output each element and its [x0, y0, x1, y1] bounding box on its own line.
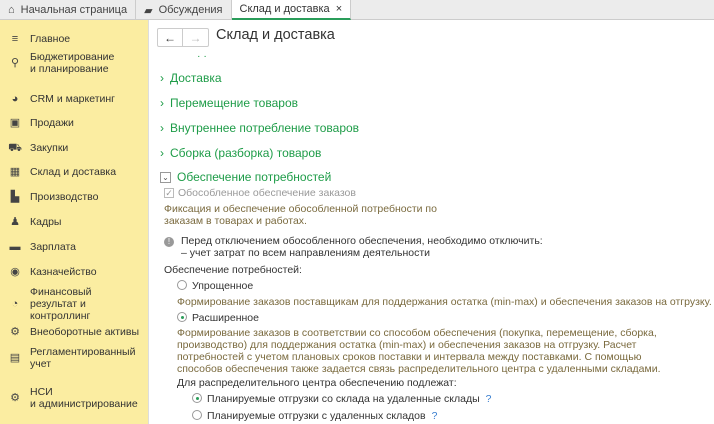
section-assembly[interactable]: › Сборка (разборка) товаров — [160, 146, 321, 160]
sidebar-item[interactable]: ▣ Продажи — [0, 117, 149, 129]
sidebar-item[interactable]: ▦ Склад и доставка — [0, 166, 149, 178]
scroll-dots: · · — [197, 50, 207, 62]
info-line-1: Перед отключением обособленного обеспече… — [181, 235, 543, 247]
section-icon: ▦ — [9, 166, 21, 178]
section-icon: ♟ — [10, 216, 20, 228]
close-icon[interactable]: × — [336, 3, 342, 15]
radio-dc-from-remote[interactable]: Планируемые отгрузки с удаленных складов… — [192, 410, 437, 422]
section-icon: ◔ — [11, 298, 19, 310]
chevron-down-icon: ⌄ — [160, 171, 171, 183]
section-internal[interactable]: › Внутреннее потребление товаров — [160, 121, 359, 135]
radio-selected-icon — [192, 393, 202, 403]
help-icon[interactable]: ? — [432, 410, 438, 422]
sidebar-item-label: CRM и маркетинг — [30, 93, 116, 105]
radio-extended[interactable]: Расширенное — [177, 312, 259, 324]
sidebar-item-label: Казначейство — [30, 266, 97, 278]
nav-buttons: ← → — [157, 28, 209, 47]
radio-dc-to-remote[interactable]: Планируемые отгрузки со склада на удален… — [192, 393, 491, 405]
radio-icon — [192, 410, 202, 420]
tab-discussions[interactable]: ▰ Обсуждения — [136, 0, 232, 20]
tab-home[interactable]: ⌂ Начальная страница — [0, 0, 137, 20]
sidebar-item[interactable]: ≡ Главное — [0, 33, 149, 45]
sidebar-item[interactable]: ⛟ Закупки — [0, 142, 149, 154]
sidebar-item-label: Бюджетирование и планирование — [30, 51, 115, 75]
forward-button[interactable]: → — [183, 29, 208, 46]
help-icon[interactable]: ? — [486, 393, 492, 405]
extended-description: Формирование заказов в соответствии со с… — [177, 327, 661, 375]
sidebar-item[interactable]: ◔ Финансовый результат и контроллинг — [0, 286, 149, 322]
sidebar-item[interactable]: ▙ Производство — [0, 191, 149, 203]
info-icon: ! — [164, 235, 174, 247]
section-icon: ⚲ — [10, 57, 20, 69]
sidebar-item-label: Главное — [30, 33, 71, 45]
back-button[interactable]: ← — [158, 29, 183, 46]
chevron-right-icon: › — [160, 121, 164, 135]
section-icon: ▣ — [9, 117, 21, 129]
page-title: Склад и доставка — [216, 27, 335, 43]
radio-simple[interactable]: Упрощенное — [177, 280, 253, 292]
sidebar-item[interactable]: ◉ Казначейство — [0, 266, 149, 278]
section-icon: ◉ — [10, 266, 20, 278]
sidebar-item[interactable]: ⚙ НСИ и администрирование — [0, 386, 149, 410]
sidebar-item[interactable]: ♟ Кадры — [0, 216, 149, 228]
sidebar-item[interactable]: ⚲ Бюджетирование и планирование — [0, 51, 149, 75]
sidebar-item[interactable]: ▬ Зарплата — [0, 241, 149, 253]
sidebar-item-label: НСИ и администрирование — [30, 386, 138, 410]
section-delivery[interactable]: › Доставка — [160, 71, 222, 85]
section-icon: ⚙ — [10, 392, 20, 404]
radio-icon — [177, 280, 187, 290]
sidebar-item[interactable]: ⚙ Внеоборотные активы — [0, 326, 149, 338]
section-icon: ⛟ — [8, 142, 22, 154]
sidebar-item-label: Производство — [30, 191, 99, 203]
section-icon: ◕ — [11, 93, 19, 105]
home-icon: ⌂ — [8, 4, 15, 16]
sidebar-item-label: Зарплата — [30, 241, 76, 253]
main-content: ← → Склад и доставка · · › Доставка › Пере… — [150, 20, 714, 424]
section-icon: ▙ — [10, 191, 20, 203]
needs-label: Обеспечение потребностей: — [164, 264, 302, 276]
sidebar-item-label: Финансовый результат и контроллинг — [29, 286, 92, 322]
checkbox-description: Фиксация и обеспечение обособленной потр… — [164, 203, 437, 227]
sidebar-item[interactable]: ◕ CRM и маркетинг — [0, 93, 149, 105]
tab-bar: ⌂ Начальная страница ▰ Обсуждения Склад и … — [0, 0, 714, 20]
section-icon: ≡ — [11, 33, 19, 45]
simple-description: Формирование заказов поставщикам для под… — [177, 296, 712, 308]
sidebar: ≡ Главное ⚲ Бюджетирование и планирование ◕ C… — [0, 20, 149, 424]
chat-icon: ▰ — [144, 4, 153, 17]
section-icon: ⚙ — [10, 326, 20, 338]
section-icon: ▤ — [9, 352, 21, 364]
section-icon: ▬ — [9, 241, 21, 253]
sidebar-item-label: Закупки — [30, 142, 69, 154]
section-transfer[interactable]: › Перемещение товаров — [160, 96, 298, 110]
section-needs[interactable]: ⌄ Обеспечение потребностей — [160, 170, 331, 184]
chevron-right-icon: › — [160, 96, 164, 110]
sidebar-item-label: Склад и доставка — [30, 166, 117, 178]
sidebar-item-label: Продажи — [30, 117, 74, 129]
info-line-2: – учет затрат по всем направлениям деяте… — [181, 247, 431, 259]
sidebar-item[interactable]: ▤ Регламентированный учет — [0, 346, 149, 370]
sidebar-item-label: Внеоборотные активы — [30, 326, 140, 338]
sidebar-item-label: Кадры — [30, 216, 62, 228]
tab-warehouse[interactable]: Склад и доставка × — [231, 0, 352, 20]
separate-supply-checkbox[interactable]: ✓ Обособленное обеспечение заказов — [164, 187, 356, 199]
chevron-right-icon: › — [160, 146, 164, 160]
dc-label: Для распределительного центра обеспечени… — [177, 377, 457, 389]
checkbox-checked-icon: ✓ — [164, 188, 174, 198]
sidebar-item-label: Регламентированный учет — [30, 346, 136, 370]
radio-selected-icon — [177, 312, 187, 322]
chevron-right-icon: › — [160, 71, 164, 85]
